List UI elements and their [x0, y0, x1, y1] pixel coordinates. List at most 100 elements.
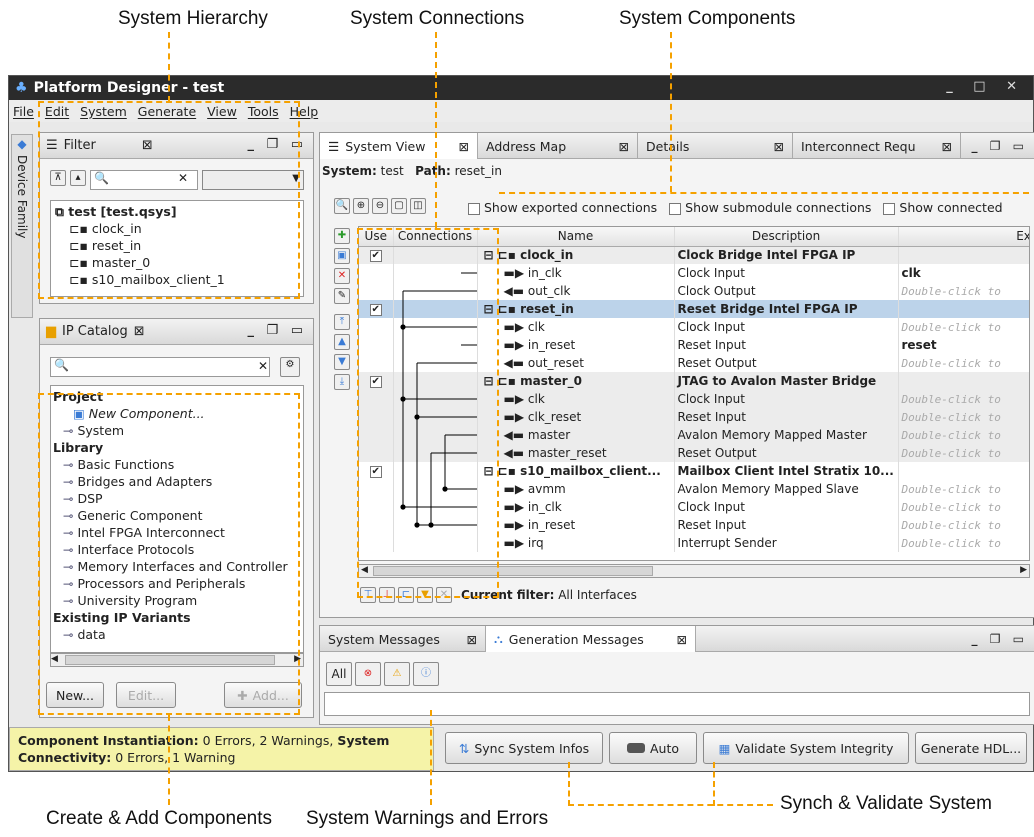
export-cell[interactable]	[898, 372, 1029, 390]
auto-button[interactable]: Auto	[609, 732, 697, 764]
close-icon[interactable]: ⊠	[677, 632, 687, 647]
export-cell[interactable]: reset	[898, 336, 1029, 354]
export-cell[interactable]: Double-click to	[898, 516, 1029, 534]
name-cell[interactable]: ◀▬ out_clk	[477, 282, 675, 300]
window-controls[interactable]: _ □ ✕	[946, 79, 1025, 94]
view-toolbar: 🔍 ⊕ ⊖ ▢ ◫	[334, 198, 426, 214]
ip-catalog-close-icon[interactable]: ⊠	[134, 324, 145, 339]
callout-system-connections: System Connections	[350, 8, 525, 29]
port-icon: ◀▬	[503, 428, 528, 442]
scroll-right-icon[interactable]: ▶	[1020, 565, 1027, 575]
name-cell[interactable]: ▬▶ in_reset	[477, 516, 675, 534]
error-filter-icon[interactable]: ⊗	[355, 662, 381, 686]
ip-catalog-search[interactable]: 🔍	[50, 357, 270, 377]
warning-filter-icon[interactable]: ⚠	[384, 662, 410, 686]
move-top-icon[interactable]: ⤒	[334, 314, 350, 330]
edit-icon[interactable]: ✎	[334, 288, 350, 304]
fit-icon[interactable]: ▢	[391, 198, 407, 214]
export-cell[interactable]: Double-click to	[898, 390, 1029, 408]
port-icon: ◀▬	[503, 284, 528, 298]
move-bottom-icon[interactable]: ⤓	[334, 374, 350, 390]
name-cell[interactable]: ◀▬ out_reset	[477, 354, 675, 372]
zoom-out-icon[interactable]: ⊖	[372, 198, 388, 214]
reset-zoom-icon[interactable]: ◫	[410, 198, 426, 214]
description-cell: Clock Bridge Intel FPGA IP	[674, 246, 899, 264]
add-icon[interactable]: ✚	[334, 228, 350, 244]
tab-address-map[interactable]: Address Map ⊠	[478, 133, 638, 159]
export-cell[interactable]: Double-click to	[898, 426, 1029, 444]
messages-panel: System Messages ⊠ ⛬ Generation Messages ⊠ _…	[319, 625, 1034, 725]
tab-generation-messages[interactable]: ⛬ Generation Messages ⊠	[486, 626, 696, 652]
side-tab-bar: ◆ Device Family	[11, 134, 33, 318]
col-description[interactable]: Description	[674, 227, 899, 247]
name-cell[interactable]: ⊟ ⊏▪ clock_in	[477, 246, 675, 264]
port-icon: ▬▶	[503, 536, 528, 550]
export-cell[interactable]: Double-click to	[898, 318, 1029, 336]
move-up-icon[interactable]: ▲	[334, 334, 350, 350]
side-tab-device-family[interactable]: Device Family	[15, 155, 29, 238]
messages-tab-bar: System Messages ⊠ ⛬ Generation Messages ⊠ _…	[320, 626, 1034, 652]
name-cell[interactable]: ⊟ ⊏▪ reset_in	[477, 300, 675, 318]
add-system-icon[interactable]: ▣	[334, 248, 350, 264]
name-cell[interactable]: ⊟ ⊏▪ s10_mailbox_client...	[477, 462, 675, 480]
name-cell[interactable]: ▬▶ clk	[477, 318, 675, 336]
filter-all-button[interactable]: All	[326, 662, 352, 686]
description-cell: Avalon Memory Mapped Master	[674, 426, 899, 444]
generation-icon: ⛬	[494, 631, 503, 646]
generate-hdl-button[interactable]: Generate HDL...	[915, 732, 1027, 764]
move-down-icon[interactable]: ▼	[334, 354, 350, 370]
name-cell[interactable]: ▬▶ in_clk	[477, 498, 675, 516]
close-icon[interactable]: ⊠	[942, 139, 952, 154]
export-cell[interactable]: Double-click to	[898, 444, 1029, 462]
name-cell[interactable]: ▬▶ in_clk	[477, 264, 675, 282]
close-icon[interactable]: ⊠	[619, 139, 629, 154]
export-cell[interactable]: Double-click to	[898, 408, 1029, 426]
tab-details[interactable]: Details ⊠	[638, 133, 793, 159]
search-icon: 🔍	[54, 358, 69, 372]
name-cell[interactable]: ▬▶ clk_reset	[477, 408, 675, 426]
system-view-window-buttons[interactable]: _ ❐ ▭	[972, 133, 1028, 158]
name-cell[interactable]: ▬▶ avmm	[477, 480, 675, 498]
sync-leader	[568, 762, 773, 806]
remove-icon[interactable]: ✕	[334, 268, 350, 284]
ip-catalog-window-buttons[interactable]: _ ❐ ▭	[248, 323, 308, 338]
name-cell[interactable]: ▬▶ clk	[477, 390, 675, 408]
name-cell[interactable]: ◀▬ master_reset	[477, 444, 675, 462]
name-cell[interactable]: ⊟ ⊏▪ master_0	[477, 372, 675, 390]
tab-bar: ☰ System View ⊠ Address Map ⊠ Details ⊠ Inte…	[320, 133, 1034, 159]
tab-system-view[interactable]: ☰ System View ⊠	[320, 133, 478, 159]
name-cell[interactable]: ▬▶ in_reset	[477, 336, 675, 354]
export-cell[interactable]: Double-click to	[898, 354, 1029, 372]
export-cell[interactable]	[898, 462, 1029, 480]
close-icon[interactable]: ⊠	[467, 632, 477, 647]
export-cell[interactable]: clk	[898, 264, 1029, 282]
export-cell[interactable]: Double-click to	[898, 282, 1029, 300]
zoom-icon[interactable]: 🔍	[334, 198, 350, 214]
validate-system-button[interactable]: ▦ Validate System Integrity	[703, 732, 909, 764]
tab-interconnect[interactable]: Interconnect Requ ⊠	[793, 133, 961, 159]
export-cell[interactable]	[898, 300, 1029, 318]
settings-gear-icon[interactable]: ⚙	[280, 357, 300, 377]
export-cell[interactable]	[898, 246, 1029, 264]
clear-search-icon[interactable]: ✕	[258, 359, 268, 373]
tab-system-messages[interactable]: System Messages ⊠	[320, 626, 486, 652]
port-icon: ◀▬	[503, 356, 528, 370]
name-cell[interactable]: ▬▶ irq	[477, 534, 675, 552]
window-title: Platform Designer - test	[33, 80, 225, 96]
info-filter-icon[interactable]: ⓘ	[413, 662, 439, 686]
col-export[interactable]: Export	[898, 227, 1029, 247]
col-name[interactable]: Name	[477, 227, 675, 247]
export-cell[interactable]: Double-click to	[898, 498, 1029, 516]
name-cell[interactable]: ◀▬ master	[477, 426, 675, 444]
export-cell[interactable]: Double-click to	[898, 480, 1029, 498]
messages-window-buttons[interactable]: _ ❐ ▭	[972, 626, 1028, 651]
close-icon[interactable]: ⊠	[459, 139, 469, 154]
close-icon[interactable]: ⊠	[774, 139, 784, 154]
sync-icon: ⇅	[458, 740, 470, 756]
zoom-in-icon[interactable]: ⊕	[353, 198, 369, 214]
menu-file[interactable]: File	[13, 104, 34, 119]
description-cell: Reset Output	[674, 444, 899, 462]
port-icon: ▬▶	[503, 518, 528, 532]
sync-system-infos-button[interactable]: ⇅ Sync System Infos	[445, 732, 603, 764]
export-cell[interactable]: Double-click to	[898, 534, 1029, 552]
